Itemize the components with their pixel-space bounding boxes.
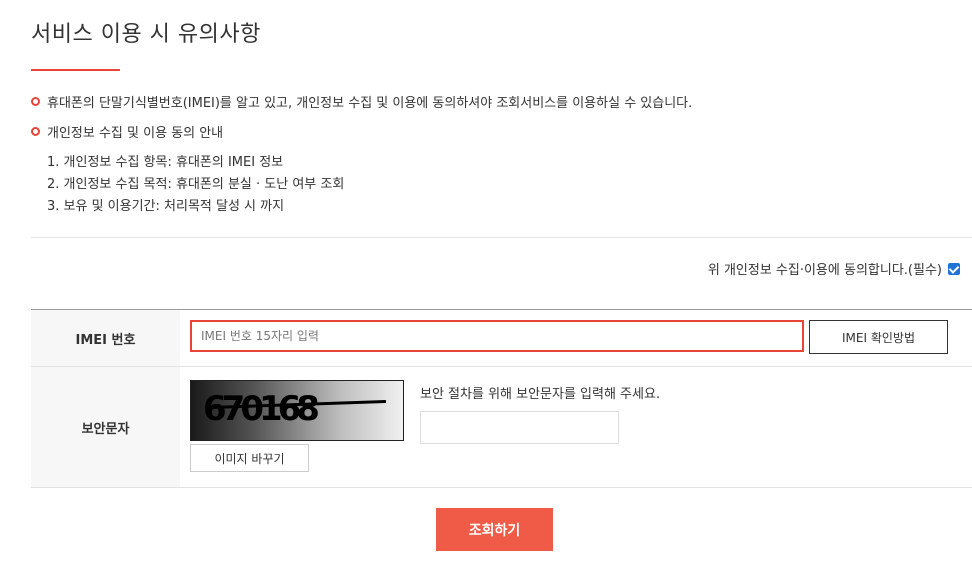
imei-input[interactable] [190,320,804,352]
agree-checkbox[interactable] [948,262,960,275]
title-underline [31,69,120,71]
privacy-info-list: 1. 개인정보 수집 항목: 휴대폰의 IMEI 정보 2. 개인정보 수집 목… [47,152,344,218]
notice-text: 개인정보 수집 및 이용 동의 안내 [47,126,224,141]
list-item: 2. 개인정보 수집 목적: 휴대폰의 분실 · 도난 여부 조회 [47,177,345,192]
list-item: 1. 개인정보 수집 항목: 휴대폰의 IMEI 정보 [47,155,284,170]
page-title: 서비스 이용 시 유의사항 [31,22,261,47]
notice-text: 휴대폰의 단말기식별번호(IMEI)를 알고 있고, 개인정보 수집 및 이용에… [47,96,693,111]
refresh-captcha-button[interactable]: 이미지 바꾸기 [190,444,309,472]
imei-label: IMEI 번호 [31,310,180,366]
bullet-icon [31,127,40,136]
captcha-image: 670168 [190,380,404,441]
captcha-text: 670168 [203,389,320,429]
security-guide: 보안 절차를 위해 보안문자를 입력해 주세요. [420,387,661,402]
agree-consent[interactable]: 위 개인정보 수집·이용에 동의합니다.(필수) [708,259,960,278]
notice-item-imei: 휴대폰의 단말기식별번호(IMEI)를 알고 있고, 개인정보 수집 및 이용에… [31,92,692,111]
section-divider [31,237,972,238]
form-bottom-border [31,487,972,488]
submit-button[interactable]: 조회하기 [436,508,553,551]
security-label: 보안문자 [31,367,180,487]
agree-label: 위 개인정보 수집·이용에 동의합니다.(필수) [707,263,942,278]
bullet-icon [31,97,40,106]
imei-help-button[interactable]: IMEI 확인방법 [809,320,948,354]
notice-item-privacy: 개인정보 수집 및 이용 동의 안내 [31,122,223,141]
list-item: 3. 보유 및 이용기간: 처리목적 달성 시 까지 [47,199,285,214]
security-code-input[interactable] [420,411,619,444]
